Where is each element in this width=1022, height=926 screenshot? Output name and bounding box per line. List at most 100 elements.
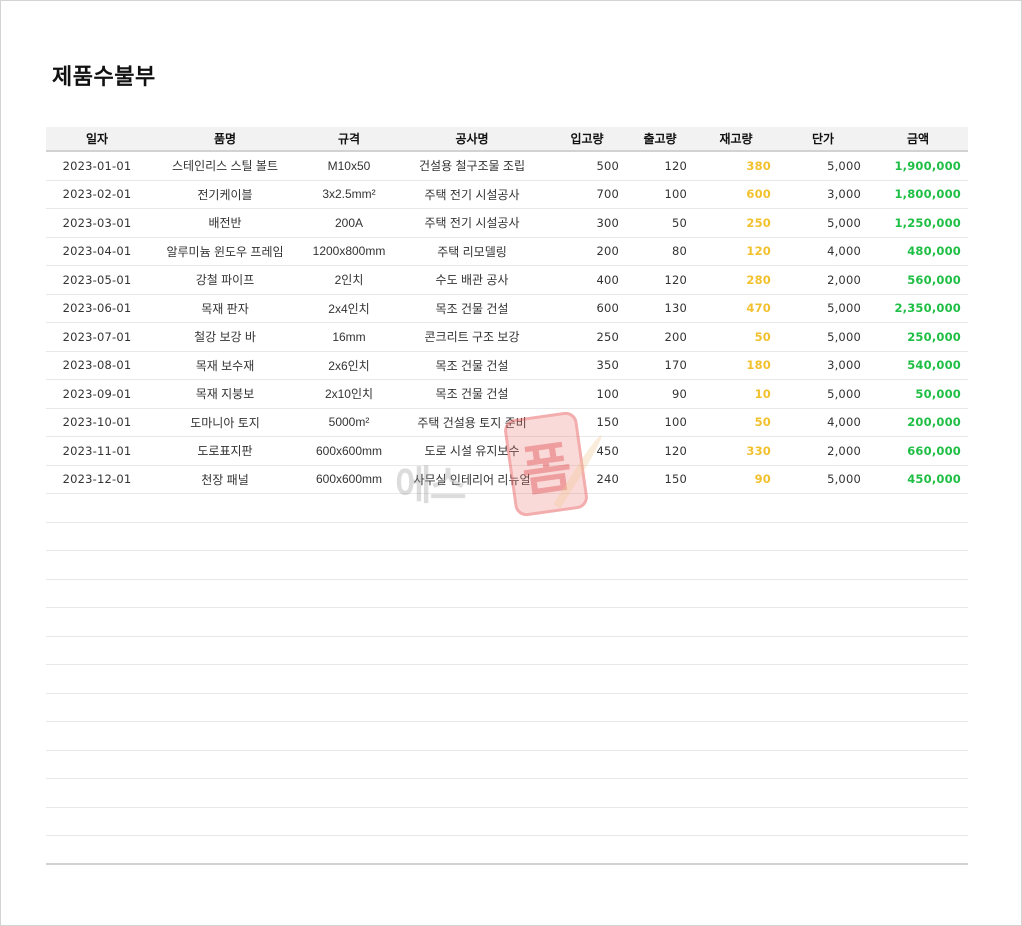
cell-price: 5,000 (827, 158, 861, 173)
cell-spec: 2x10인치 (324, 387, 374, 402)
cell-stock: 50 (754, 329, 771, 344)
cell-in: 240 (596, 472, 619, 487)
cell-in: 500 (596, 158, 619, 173)
cell-stock: 600 (746, 187, 771, 202)
cell-out: 150 (664, 472, 687, 487)
cell-out: 120 (664, 158, 687, 173)
cell-date: 2023-10-01 (62, 415, 132, 430)
cell-spec: 3x2.5mm² (322, 187, 376, 202)
cell-out: 50 (671, 215, 687, 230)
empty-row (46, 608, 968, 637)
cell-date: 2023-05-01 (62, 272, 132, 287)
cell-spec: 2x6인치 (328, 358, 370, 373)
cell-stock: 180 (746, 358, 771, 373)
table-row: 2023-08-01 목재 보수재 2x6인치 목조 건물 건설 350 170 180 3,… (46, 352, 968, 380)
empty-row (46, 751, 968, 779)
cell-project: 주택 리모델링 (437, 244, 507, 259)
table-row: 2023-03-01 배전반 200A 주택 전기 시설공사 300 50 250 5,000… (46, 209, 968, 238)
column-header-price: 단가 (811, 132, 835, 146)
cell-stock: 470 (746, 301, 771, 316)
ledger-page: 제품수불부 일자 품명 규격 공사명 입고량 출고량 재고량 단가 금액 2023-01-01 스테… (0, 0, 1022, 926)
cell-amount: 660,000 (907, 443, 961, 458)
cell-price: 4,000 (827, 415, 861, 430)
cell-amount: 560,000 (907, 272, 961, 287)
cell-product: 목재 보수재 (195, 358, 255, 373)
cell-price: 5,000 (827, 301, 861, 316)
column-header-in: 입고량 (570, 132, 604, 146)
cell-date: 2023-11-01 (62, 443, 132, 458)
cell-in: 200 (596, 244, 619, 259)
cell-project: 목조 건물 건설 (435, 387, 509, 402)
cell-amount: 1,900,000 (894, 158, 961, 173)
cell-product: 천장 패널 (201, 472, 249, 487)
empty-row (46, 836, 968, 865)
table-row: 2023-07-01 철강 보강 바 16mm 콘크리트 구조 보강 250 200 50 5… (46, 323, 968, 352)
empty-row (46, 637, 968, 665)
cell-price: 4,000 (827, 244, 861, 259)
cell-spec: 600x600mm (315, 472, 383, 487)
cell-date: 2023-06-01 (62, 301, 132, 316)
table-row: 2023-01-01 스테인리스 스틸 볼트 M10x50 건설용 철구조물 조립 50… (46, 152, 968, 181)
cell-price: 3,000 (827, 358, 861, 373)
column-header-project: 공사명 (455, 132, 489, 146)
empty-row (46, 551, 968, 580)
cell-in: 100 (596, 386, 619, 401)
cell-out: 200 (664, 329, 687, 344)
cell-project: 수도 배관 공사 (435, 273, 509, 288)
cell-stock: 250 (746, 215, 771, 230)
cell-price: 5,000 (827, 472, 861, 487)
cell-amount: 50,000 (915, 386, 961, 401)
cell-in: 250 (596, 329, 619, 344)
cell-project: 주택 전기 시설공사 (424, 216, 520, 231)
cell-out: 120 (664, 272, 687, 287)
cell-project: 목조 건물 건설 (435, 301, 509, 316)
cell-price: 5,000 (827, 386, 861, 401)
column-header-spec: 규격 (337, 132, 361, 146)
cell-price: 5,000 (827, 329, 861, 344)
cell-stock: 90 (754, 472, 771, 487)
cell-product: 스테인리스 스틸 볼트 (171, 159, 279, 174)
cell-price: 5,000 (827, 215, 861, 230)
cell-stock: 50 (754, 415, 771, 430)
cell-date: 2023-04-01 (62, 244, 132, 259)
table-row: 2023-04-01 알루미늄 윈도우 프레임 1200x800mm 주택 리모델링 2… (46, 238, 968, 266)
column-header-out: 출고량 (643, 132, 677, 146)
cell-in: 400 (596, 272, 619, 287)
cell-out: 130 (664, 301, 687, 316)
empty-row (46, 494, 968, 523)
cell-amount: 2,350,000 (894, 301, 961, 316)
cell-spec: 600x600mm (315, 443, 383, 458)
cell-product: 목재 지붕보 (195, 387, 255, 402)
cell-in: 600 (596, 301, 619, 316)
cell-product: 도로표지판 (197, 444, 253, 459)
cell-date: 2023-07-01 (62, 329, 132, 344)
cell-stock: 380 (746, 158, 771, 173)
empty-row (46, 808, 968, 836)
page-title: 제품수불부 (52, 64, 156, 89)
empty-row (46, 722, 968, 751)
cell-out: 120 (664, 443, 687, 458)
table-row: 2023-11-01 도로표지판 600x600mm 도로 시설 유지보수 450 120… (46, 437, 968, 466)
cell-product: 전기케이블 (197, 187, 253, 202)
cell-date: 2023-09-01 (62, 386, 132, 401)
cell-amount: 1,250,000 (894, 215, 961, 230)
cell-product: 강철 파이프 (195, 273, 255, 288)
cell-product: 도마니아 토지 (190, 415, 260, 430)
cell-amount: 480,000 (907, 244, 961, 259)
column-header-date: 일자 (85, 132, 109, 146)
table-row: 2023-06-01 목재 판자 2x4인치 목조 건물 건설 600 130 470 5,0… (46, 295, 968, 323)
cell-spec: 5000m² (328, 415, 370, 430)
empty-row (46, 694, 968, 722)
cell-date: 2023-02-01 (62, 187, 132, 202)
inventory-ledger-table: 일자 품명 규격 공사명 입고량 출고량 재고량 단가 금액 2023-01-01 스테인리스 스틸… (46, 127, 968, 865)
table-row: 2023-12-01 천장 패널 600x600mm 사무실 인테리어 리뉴얼 240 1… (46, 466, 968, 494)
empty-row (46, 580, 968, 608)
cell-price: 2,000 (827, 272, 861, 287)
column-header-product: 품명 (213, 132, 237, 146)
cell-amount: 1,800,000 (894, 187, 961, 202)
table-row: 2023-02-01 전기케이블 3x2.5mm² 주택 전기 시설공사 700 100 6… (46, 181, 968, 209)
cell-date: 2023-08-01 (62, 358, 132, 373)
cell-project: 주택 전기 시설공사 (424, 187, 520, 202)
cell-project: 도로 시설 유지보수 (424, 444, 520, 459)
cell-product: 철강 보강 바 (194, 330, 256, 345)
